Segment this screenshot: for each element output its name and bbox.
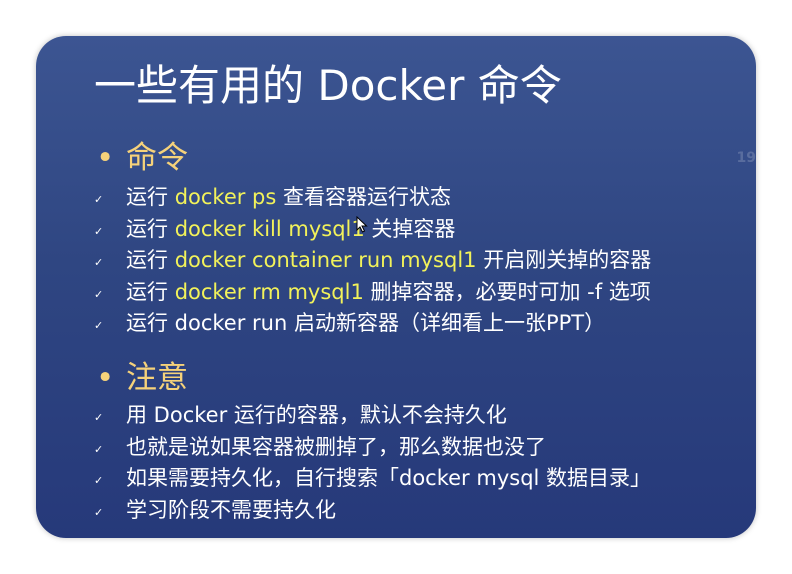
item-text: 运行 docker run 启动新容器（详细看上一张PPT） [126, 311, 606, 335]
item-text: 学习阶段不需要持久化 [126, 497, 336, 522]
bullet-dot: • [96, 140, 115, 176]
list-item: ✓ 学习阶段不需要持久化 [94, 495, 754, 527]
item-text: 运行 [126, 185, 175, 209]
list-item: ✓ 用 Docker 运行的容器，默认不会持久化 [94, 400, 754, 432]
mouse-pointer-icon [356, 216, 368, 233]
list-item: ✓ 运行 docker ps 查看容器运行状态 [94, 182, 754, 214]
list-item: ✓ 运行 docker rm mysql1 删掉容器，必要时可加 -f 选项 [94, 277, 754, 309]
section-commands: • 命令 ✓ 运行 docker ps 查看容器运行状态 ✓ 运行 docker… [94, 138, 754, 340]
item-text: 用 Docker 运行的容器，默认不会持久化 [126, 403, 507, 427]
list-item: ✓ 也就是说如果容器被删掉了，那么数据也没了 [94, 432, 754, 464]
item-text: 也就是说如果容器被删掉了，那么数据也没了 [126, 434, 546, 459]
item-description: 删掉容器，必要时可加 -f 选项 [363, 279, 651, 304]
item-text: 运行 [126, 279, 175, 304]
item-description: 关掉容器 [364, 216, 456, 241]
section-heading: • 命令 [94, 138, 754, 178]
item-command: docker rm mysql1 [174, 279, 364, 304]
check-icon: ✓ [94, 505, 104, 519]
check-icon: ✓ [94, 224, 104, 238]
item-command: docker container run mysql1 [174, 248, 477, 272]
item-text: 如果需要持久化，自行搜索「docker mysql 数据目录」 [126, 466, 652, 490]
slide-title: 一些有用的 Docker 命令 [94, 61, 562, 110]
check-icon: ✓ [94, 319, 104, 332]
item-text: 运行 [126, 248, 175, 272]
check-icon: ✓ [94, 474, 104, 487]
list-item: ✓ 运行 docker container run mysql1 开启刚关掉的容… [94, 245, 754, 277]
section-heading-text: 命令 [126, 140, 188, 176]
check-icon: ✓ [94, 442, 104, 456]
bullet-dot: • [96, 360, 115, 396]
section-heading: • 注意 [94, 358, 754, 398]
check-icon: ✓ [94, 287, 104, 301]
list-item: ✓ 如果需要持久化，自行搜索「docker mysql 数据目录」 [94, 463, 754, 495]
list-item: ✓ 运行 docker run 启动新容器（详细看上一张PPT） [94, 308, 754, 340]
item-text: 运行 [126, 216, 175, 241]
section-notes: • 注意 ✓ 用 Docker 运行的容器，默认不会持久化 ✓ 也就是说如果容器… [94, 358, 754, 526]
slide: 一些有用的 Docker 命令 19 • 命令 ✓ 运行 docker ps 查… [36, 36, 756, 538]
check-icon: ✓ [94, 411, 104, 424]
check-icon: ✓ [94, 193, 104, 206]
item-description: 开启刚关掉的容器 [476, 248, 652, 272]
item-description: 查看容器运行状态 [276, 185, 452, 209]
item-command: docker kill mysql1 [174, 216, 365, 241]
list-item: ✓ 运行 docker kill mysql1 关掉容器 [94, 214, 754, 246]
check-icon: ✓ [94, 256, 104, 269]
item-command: docker ps [174, 185, 277, 209]
section-heading-text: 注意 [126, 360, 188, 396]
